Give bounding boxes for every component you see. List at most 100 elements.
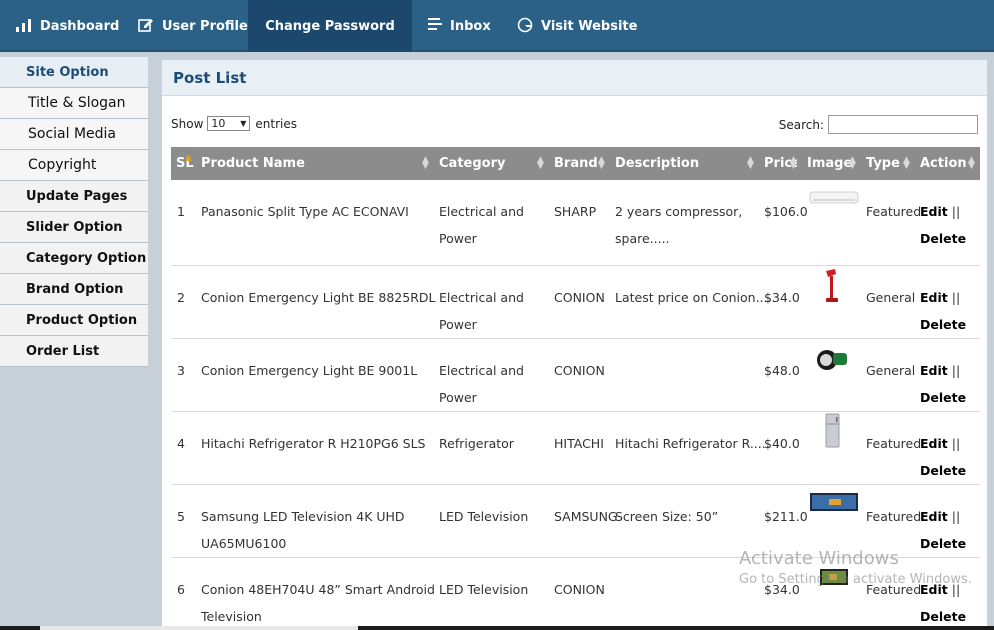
col-type[interactable]: Type xyxy=(866,147,900,180)
nav-label: User Profile xyxy=(162,18,248,34)
sidebar-section-update-pages[interactable]: Update Pages xyxy=(0,181,148,212)
entries-select[interactable]: 10 ▼ xyxy=(207,116,251,131)
torch-light-thumbnail xyxy=(817,350,847,370)
post-list-panel: Post List Show 10 ▼ entries Search: SL ▲… xyxy=(161,59,988,630)
cell-product-name: Conion 48EH704U 48” Smart Android xyxy=(201,582,435,597)
sidebar-item-title-slogan[interactable]: Title & Slogan xyxy=(0,88,148,119)
col-description[interactable]: Description xyxy=(615,147,699,180)
edit-link[interactable]: Edit xyxy=(920,290,948,305)
sidebar-item-copyright[interactable]: Copyright xyxy=(0,150,148,181)
col-label: Action xyxy=(920,156,967,171)
sort-icon: ▲ ▼ xyxy=(598,155,605,171)
scrollbar-thumb[interactable] xyxy=(40,626,358,630)
cell-action: Edit || xyxy=(920,503,960,530)
col-label: Type xyxy=(866,156,900,171)
edit-link[interactable]: Edit xyxy=(920,204,948,219)
cell-product-name: UA65MU6100 xyxy=(201,536,287,551)
sidebar-heading-site-option[interactable]: Site Option xyxy=(0,57,148,88)
cell-category: Refrigerator xyxy=(439,436,514,451)
cell-category: Electrical and xyxy=(439,204,524,219)
sort-icon: ▲ xyxy=(185,153,192,163)
action-separator: || xyxy=(951,363,961,378)
cell-action: Edit || xyxy=(920,284,960,311)
cell-price: $34.0 xyxy=(764,290,800,305)
sidebar-section-product-option[interactable]: Product Option xyxy=(0,305,148,336)
cell-sl: 6 xyxy=(177,582,185,597)
sort-icon: ▲ ▼ xyxy=(790,155,797,171)
delete-link[interactable]: Delete xyxy=(920,317,966,332)
sidebar-section-brand-option[interactable]: Brand Option xyxy=(0,274,148,305)
sort-icon: ▲ ▼ xyxy=(903,155,910,171)
nav-change-password[interactable]: Change Password xyxy=(248,0,412,52)
col-product-name[interactable]: Product Name xyxy=(201,147,305,180)
cell-category: Electrical and xyxy=(439,290,524,305)
delete-link[interactable]: Delete xyxy=(920,231,966,246)
cell-price: $211.0 xyxy=(764,509,808,524)
cell-sl: 3 xyxy=(177,363,185,378)
nav-dashboard[interactable]: Dashboard xyxy=(16,0,119,52)
bar-chart-icon xyxy=(16,18,32,35)
delete-link[interactable]: Delete xyxy=(920,463,966,478)
air-conditioner-thumbnail xyxy=(809,191,859,204)
edit-link[interactable]: Edit xyxy=(920,363,948,378)
cell-category: Power xyxy=(439,317,477,332)
col-label: Product Name xyxy=(201,156,305,171)
cell-description: Hitachi Refrigerator R..... xyxy=(615,436,770,451)
sidebar-section-slider-option[interactable]: Slider Option xyxy=(0,212,148,243)
sidebar: Site Option Title & Slogan Social Media … xyxy=(0,57,148,367)
cell-product-name: Hitachi Refrigerator R H210PG6 SLS xyxy=(201,436,426,451)
red-lamp-thumbnail xyxy=(826,269,838,302)
action-separator: || xyxy=(951,290,961,305)
sort-icon: ▲ ▼ xyxy=(422,155,429,171)
cell-product-name: Samsung LED Television 4K UHD xyxy=(201,509,405,524)
search-label: Search: xyxy=(778,117,824,132)
cell-type: Featured xyxy=(866,509,922,524)
television-thumbnail xyxy=(810,493,858,511)
sidebar-section-order-list[interactable]: Order List xyxy=(0,336,148,367)
edit-link[interactable]: Edit xyxy=(920,436,948,451)
cell-brand: SAMSUNG xyxy=(554,509,618,524)
dropdown-arrow-icon: ▼ xyxy=(240,119,247,128)
cell-brand: CONION xyxy=(554,290,605,305)
cell-brand: CONION xyxy=(554,363,605,378)
nav-label: Visit Website xyxy=(541,18,638,34)
cell-price: $40.0 xyxy=(764,436,800,451)
entries-label: entries xyxy=(255,116,297,131)
cell-category: LED Television xyxy=(439,509,529,524)
cell-brand: CONION xyxy=(554,582,605,597)
globe-icon xyxy=(517,17,533,36)
col-label: Description xyxy=(615,156,700,171)
panel-title: Post List xyxy=(162,60,987,96)
col-action[interactable]: Action xyxy=(920,147,967,180)
refrigerator-thumbnail xyxy=(825,413,840,448)
nav-user-profile[interactable]: User Profile xyxy=(138,0,248,52)
col-image[interactable]: Image xyxy=(807,147,852,180)
sidebar-section-category-option[interactable]: Category Option xyxy=(0,243,148,274)
cell-sl: 1 xyxy=(177,204,185,219)
col-brand[interactable]: Brand xyxy=(554,147,598,180)
col-sl[interactable]: SL xyxy=(176,147,194,180)
sort-icon: ▲ ▼ xyxy=(968,155,975,171)
bottom-scrollbar[interactable] xyxy=(0,626,994,630)
nav-inbox[interactable]: Inbox xyxy=(428,0,491,52)
delete-link[interactable]: Delete xyxy=(920,609,966,624)
search-input[interactable] xyxy=(828,115,978,134)
cell-description: spare..... xyxy=(615,231,670,246)
table-row: 3 Conion Emergency Light BE 9001L Electr… xyxy=(171,339,980,412)
sidebar-item-social-media[interactable]: Social Media xyxy=(0,119,148,150)
list-icon xyxy=(428,18,442,34)
nav-visit-website[interactable]: Visit Website xyxy=(517,0,637,52)
search-control: Search: xyxy=(779,115,978,134)
edit-link[interactable]: Edit xyxy=(920,509,948,524)
cell-action: Delete xyxy=(920,384,966,411)
cell-category: Power xyxy=(439,231,477,246)
nav-label: Dashboard xyxy=(40,18,120,34)
cell-type: Featured xyxy=(866,436,922,451)
action-separator: || xyxy=(951,204,961,219)
delete-link[interactable]: Delete xyxy=(920,390,966,405)
sort-icon: ▲ ▼ xyxy=(849,155,856,171)
col-category[interactable]: Category xyxy=(439,147,505,180)
action-separator: || xyxy=(951,436,961,451)
cell-category: Electrical and xyxy=(439,363,524,378)
cell-type: General xyxy=(866,290,916,305)
